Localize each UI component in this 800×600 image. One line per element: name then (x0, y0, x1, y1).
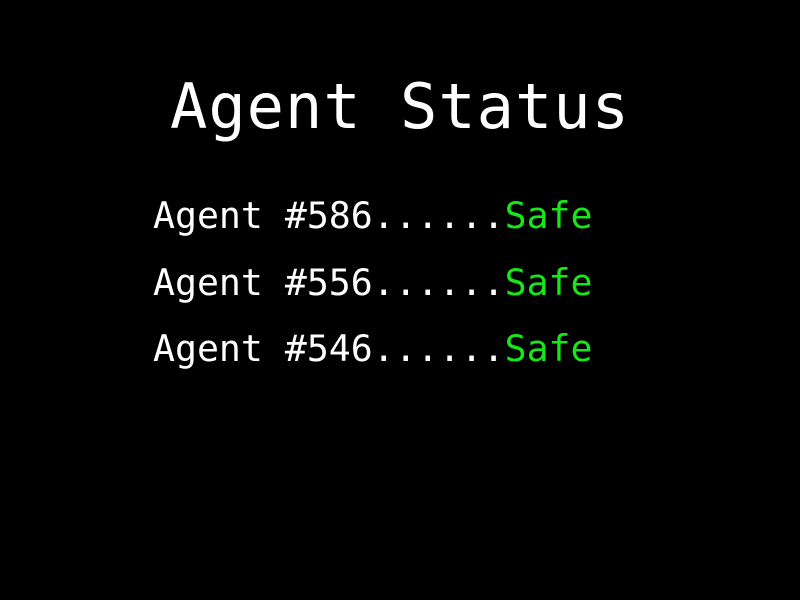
agent-status-screen: Agent Status Agent #586......Safe Agent … (0, 0, 800, 600)
dot-leader: ...... (372, 260, 505, 304)
agent-status-list: Agent #586......Safe Agent #556......Saf… (153, 192, 593, 392)
status-value: Safe (504, 194, 593, 237)
agent-label: Agent #546 (153, 327, 373, 370)
agent-label: Agent #586 (153, 194, 373, 237)
status-value: Safe (504, 260, 593, 304)
dot-leader: ...... (372, 194, 505, 237)
agent-row: Agent #546......Safe (153, 325, 593, 392)
dot-leader: ...... (372, 327, 505, 370)
agent-row: Agent #556......Safe (153, 259, 593, 326)
page-title: Agent Status (170, 70, 630, 143)
agent-label: Agent #556 (153, 260, 373, 304)
agent-row: Agent #586......Safe (153, 192, 593, 259)
status-value: Safe (504, 327, 593, 370)
